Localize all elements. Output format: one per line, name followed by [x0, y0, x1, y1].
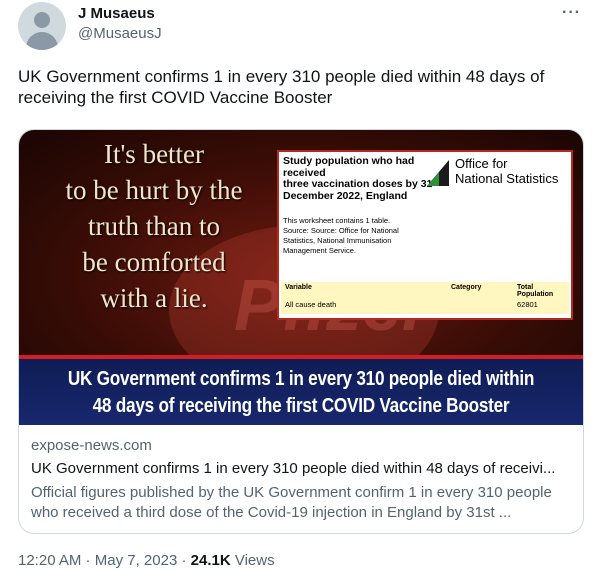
card-title[interactable]: UK Government confirms 1 in every 310 pe… [31, 460, 571, 477]
ons-table-cell: 62801 [517, 300, 538, 309]
quote-line: be comforted [82, 247, 226, 277]
author-name[interactable]: J Musaeus [78, 5, 155, 22]
quote-line: to be hurt by the [65, 175, 243, 205]
headline-banner: UK Government confirms 1 in every 310 pe… [19, 359, 583, 425]
ons-table-header: Variable [285, 284, 312, 291]
tweet[interactable]: J Musaeus @MusaeusJ ··· UK Government co… [0, 0, 601, 581]
tweet-meta: 12:20 AM · May 7, 2023 · 24.1K Views [18, 552, 275, 569]
ons-desc-line: Management Service. [283, 246, 356, 255]
views-count[interactable]: 24.1K [191, 552, 231, 569]
author-handle[interactable]: @MusaeusJ [78, 25, 162, 42]
avatar-head-shape [34, 12, 50, 28]
tweet-date[interactable]: May 7, 2023 [95, 552, 178, 569]
card-image[interactable]: Pfizer It's better to be hurt by the tru… [19, 130, 583, 425]
more-horizontal-icon[interactable]: ··· [562, 4, 581, 22]
card-description[interactable]: Official figures published by the UK Gov… [31, 483, 571, 523]
banner-line: UK Government confirms 1 in every 310 pe… [67, 368, 535, 390]
ons-title: Study population who had received three … [283, 155, 443, 202]
ons-table-cell: All cause death [285, 300, 337, 309]
tweet-text: UK Government confirms 1 in every 310 pe… [18, 67, 545, 107]
card-domain[interactable]: expose-news.com [31, 437, 152, 454]
ons-title-line: Study population who had [283, 155, 415, 167]
image-quote: It's better to be hurt by the truth than… [29, 136, 279, 316]
ons-title-line: December 2022, England [283, 189, 408, 202]
tweet-time[interactable]: 12:20 AM [18, 552, 81, 569]
ons-desc-line: Source: Source: Office for National [283, 226, 399, 235]
banner-line: 48 days of receiving the first COVID Vac… [92, 395, 510, 417]
meta-separator: · [177, 552, 191, 569]
ons-table-header: Total Population [517, 284, 554, 298]
ons-desc-line: Statistics, National Immunisation [283, 236, 392, 245]
meta-separator: · [81, 552, 95, 569]
avatar-body-shape [26, 32, 58, 50]
quote-line: with a lie. [100, 283, 208, 313]
ons-table-header: Category [451, 284, 482, 291]
ons-logo-icon [427, 160, 449, 186]
ons-screenshot-panel: Study population who had received three … [277, 150, 573, 320]
quote-line: It's better [103, 139, 205, 169]
ons-logo-line: National Statistics [455, 171, 559, 186]
views-label: Views [230, 552, 275, 569]
ons-logo-text: Office for National Statistics [455, 156, 558, 186]
ons-desc-line: This worksheet contains 1 table. [283, 216, 391, 225]
avatar[interactable] [18, 2, 66, 50]
ons-description: This worksheet contains 1 table. Source:… [283, 216, 433, 256]
ons-title-line: three vaccination doses by 31 [283, 178, 433, 190]
ons-table: Variable Category Total Population All c… [281, 282, 569, 314]
ons-logo-line: Office for [455, 156, 508, 171]
link-card[interactable]: Pfizer It's better to be hurt by the tru… [18, 129, 584, 534]
quote-line: truth than to [88, 211, 220, 241]
